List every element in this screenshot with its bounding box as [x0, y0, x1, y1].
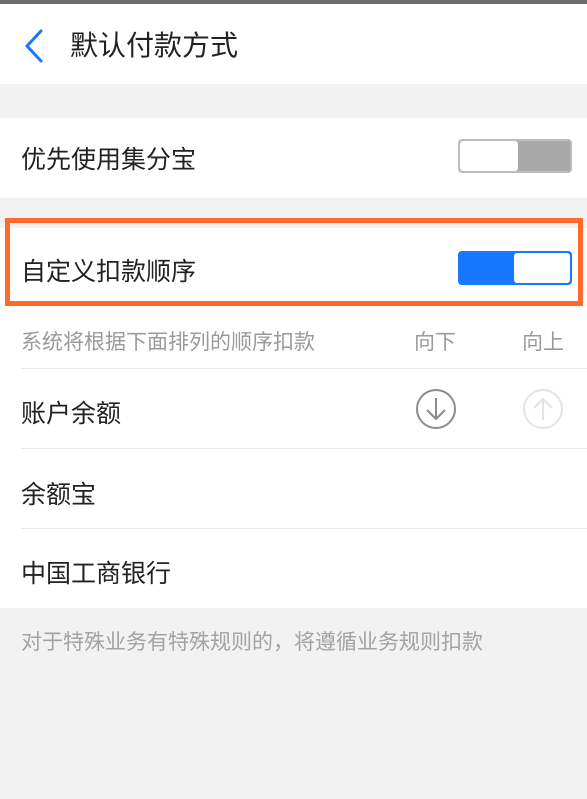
custom-order-label: 自定义扣款顺序 [21, 257, 197, 286]
column-header-up: 向上 [522, 330, 564, 354]
chevron-left-icon [25, 29, 43, 63]
prefer-jifenbao-toggle[interactable] [458, 139, 572, 173]
back-button[interactable] [16, 24, 52, 68]
list-item-icbc: 中国工商银行 [21, 559, 172, 588]
prefer-jifenbao-row: 优先使用集分宝 [0, 118, 587, 198]
custom-order-toggle[interactable] [458, 251, 572, 285]
toggle-knob [514, 253, 570, 283]
move-down-button[interactable] [415, 388, 457, 430]
column-header-down: 向下 [414, 330, 456, 354]
divider [21, 448, 587, 449]
page-title: 默认付款方式 [70, 29, 239, 62]
move-up-button[interactable] [522, 388, 564, 430]
prefer-jifenbao-label: 优先使用集分宝 [21, 145, 197, 174]
list-item-yuebao: 余额宝 [21, 480, 97, 509]
footnote-text: 对于特殊业务有特殊规则的，将遵循业务规则扣款 [21, 630, 483, 654]
list-item-account-balance: 账户余额 [21, 399, 122, 428]
divider [21, 528, 587, 529]
arrow-up-circle-icon [523, 389, 563, 429]
order-description: 系统将根据下面排列的顺序扣款 [21, 330, 315, 354]
divider [21, 368, 587, 369]
arrow-down-circle-icon [416, 389, 456, 429]
toggle-knob [460, 141, 518, 171]
nav-header: 默认付款方式 [0, 4, 587, 84]
